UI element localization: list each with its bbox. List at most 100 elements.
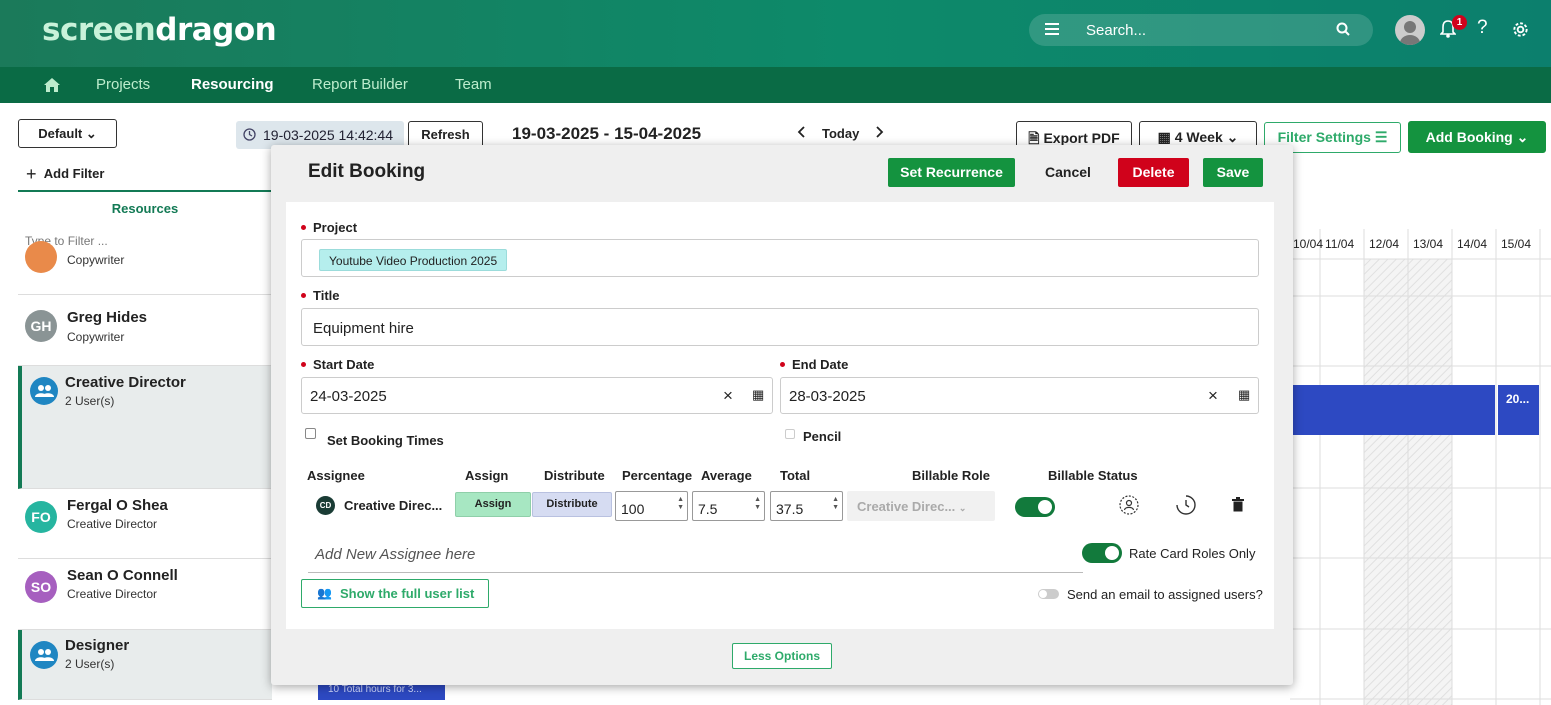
resource-group-row[interactable]: Designer 2 User(s) bbox=[18, 630, 272, 700]
start-date-field[interactable]: 24-03-2025 × ▦ bbox=[301, 377, 773, 414]
total-stepper[interactable]: 37.5 ▲ ▼ bbox=[770, 491, 843, 521]
resource-row[interactable]: FO Fergal O Shea Creative Director bbox=[18, 489, 272, 559]
assignee-name: Creative Direc... bbox=[344, 498, 443, 513]
save-button[interactable]: Save bbox=[1203, 158, 1263, 187]
booking-bar[interactable] bbox=[1290, 385, 1495, 435]
pencil-label: Pencil bbox=[803, 429, 842, 444]
booking-times-checkbox[interactable] bbox=[305, 428, 316, 439]
col-billable-role: Billable Role bbox=[912, 468, 991, 483]
rate-card-toggle[interactable] bbox=[1082, 543, 1122, 563]
start-date-label: Start Date bbox=[300, 357, 375, 372]
assignee-avatar: CD bbox=[316, 496, 335, 515]
resource-row[interactable]: GH Greg Hides Copywriter bbox=[18, 295, 272, 366]
calendar-icon: ▦ bbox=[1157, 129, 1171, 145]
date-range: 19-03-2025 - 15-04-2025 bbox=[512, 124, 702, 143]
cancel-button[interactable]: Cancel bbox=[1036, 158, 1100, 187]
col-average: Average bbox=[701, 468, 752, 483]
show-user-list-button[interactable]: 👥 Show the full user list bbox=[301, 579, 489, 608]
trash-icon[interactable] bbox=[1232, 497, 1244, 512]
project-tag[interactable]: Youtube Video Production 2025 bbox=[319, 249, 508, 271]
booking-bar[interactable]: 20... bbox=[1498, 385, 1539, 435]
menu-icon[interactable] bbox=[1045, 23, 1059, 35]
stepper-arrows-icon[interactable]: ▲ ▼ bbox=[832, 496, 839, 512]
main-nav: Projects Resourcing Report Builder Team bbox=[0, 67, 1551, 103]
clock-icon bbox=[243, 128, 256, 141]
home-icon[interactable] bbox=[43, 77, 61, 93]
search-icon[interactable] bbox=[1336, 22, 1350, 36]
calendar-icon[interactable]: ▦ bbox=[1238, 387, 1250, 403]
col-assignee: Assignee bbox=[307, 468, 365, 483]
group-icon bbox=[30, 377, 58, 405]
clear-icon[interactable]: × bbox=[723, 386, 733, 406]
project-label: Project bbox=[300, 220, 358, 235]
calendar-icon[interactable]: ▦ bbox=[752, 387, 764, 403]
average-value: 7.5 bbox=[698, 501, 718, 517]
billable-status-toggle[interactable] bbox=[1015, 497, 1055, 517]
day-header: 10/04 bbox=[1293, 237, 1324, 251]
notification-badge: 1 bbox=[1452, 15, 1467, 30]
resource-role: Creative Director bbox=[67, 587, 158, 601]
search-bar[interactable]: Search... bbox=[1029, 14, 1373, 46]
view-dropdown[interactable]: Default ⌄ bbox=[18, 119, 117, 148]
booking-times-label: Set Booking Times bbox=[327, 433, 444, 448]
distribute-button[interactable]: Distribute bbox=[532, 492, 612, 517]
clear-icon[interactable]: × bbox=[1208, 386, 1218, 406]
pencil-checkbox[interactable] bbox=[785, 429, 795, 439]
resources-panel: Resources Type to Filter ... Copywriter … bbox=[18, 190, 272, 705]
resource-name: Sean O Connell bbox=[67, 567, 178, 584]
gear-icon[interactable] bbox=[1511, 20, 1530, 39]
col-percentage: Percentage bbox=[622, 468, 693, 483]
nav-resourcing[interactable]: Resourcing bbox=[191, 76, 274, 93]
nav-report-builder[interactable]: Report Builder bbox=[312, 76, 408, 93]
stepper-arrows-icon[interactable]: ▲ ▼ bbox=[754, 496, 761, 512]
plus-icon: + bbox=[26, 164, 37, 184]
resource-row[interactable]: Copywriter bbox=[18, 241, 272, 295]
average-stepper[interactable]: 7.5 ▲ ▼ bbox=[692, 491, 765, 521]
add-assignee-input[interactable]: Add New Assignee here bbox=[308, 539, 1083, 573]
resource-name: Fergal O Shea bbox=[67, 497, 168, 514]
project-field[interactable]: Youtube Video Production 2025 bbox=[301, 239, 1259, 277]
resource-row[interactable]: SO Sean O Connell Creative Director bbox=[18, 559, 272, 630]
percentage-stepper[interactable]: 100 ▲ ▼ bbox=[615, 491, 688, 521]
title-input-value: Equipment hire bbox=[313, 320, 414, 337]
resource-group-row[interactable]: Creative Director 2 User(s) bbox=[18, 366, 272, 489]
nav-projects[interactable]: Projects bbox=[96, 76, 150, 93]
resource-role: Copywriter bbox=[67, 253, 125, 267]
help-icon[interactable]: ? bbox=[1477, 17, 1488, 39]
col-assign: Assign bbox=[465, 468, 509, 483]
nav-team[interactable]: Team bbox=[455, 76, 492, 93]
calendar-grid: 10/04 11/04 12/04 13/04 14/04 15/04 20..… bbox=[1290, 229, 1551, 705]
chevron-down-icon: ⌄ bbox=[1516, 129, 1529, 145]
search-input[interactable]: Search... bbox=[1086, 22, 1146, 39]
delete-button[interactable]: Delete bbox=[1118, 158, 1189, 187]
today-button[interactable]: Today bbox=[822, 126, 859, 141]
email-toggle[interactable] bbox=[1038, 589, 1059, 599]
logo[interactable]: screendragon bbox=[42, 12, 277, 48]
assign-button[interactable]: Assign bbox=[455, 492, 531, 517]
stepper-arrows-icon[interactable]: ▲ ▼ bbox=[677, 496, 684, 512]
less-options-button[interactable]: Less Options bbox=[732, 643, 832, 669]
col-billable-status: Billable Status bbox=[1048, 468, 1138, 483]
title-input[interactable]: Equipment hire bbox=[301, 308, 1259, 346]
add-assignee-placeholder: Add New Assignee here bbox=[315, 546, 476, 563]
person-assign-icon[interactable] bbox=[1119, 495, 1139, 515]
title-label: Title bbox=[301, 288, 340, 303]
total-value: 37.5 bbox=[776, 501, 804, 517]
set-recurrence-button[interactable]: Set Recurrence bbox=[888, 158, 1015, 187]
resource-name: Creative Director bbox=[65, 374, 186, 391]
next-arrow-icon[interactable] bbox=[875, 126, 885, 138]
calendar-grid-lines bbox=[1290, 229, 1551, 705]
add-filter-button[interactable]: + Add Filter bbox=[26, 162, 104, 184]
history-icon[interactable] bbox=[1176, 495, 1196, 515]
billable-role-value: Creative Direc... bbox=[857, 499, 956, 514]
day-header: 11/04 bbox=[1325, 237, 1355, 251]
end-date-value: 28-03-2025 bbox=[789, 388, 866, 405]
day-header: 15/04 bbox=[1501, 237, 1532, 251]
prev-arrow-icon[interactable] bbox=[796, 126, 806, 138]
end-date-field[interactable]: 28-03-2025 × ▦ bbox=[780, 377, 1259, 414]
add-booking-button[interactable]: Add Booking ⌄ bbox=[1408, 121, 1546, 153]
resource-name: Greg Hides bbox=[67, 309, 148, 326]
user-avatar[interactable] bbox=[1395, 15, 1425, 45]
billable-role-select[interactable]: Creative Direc... ⌄ bbox=[847, 491, 995, 521]
resource-role: Copywriter bbox=[67, 330, 125, 344]
